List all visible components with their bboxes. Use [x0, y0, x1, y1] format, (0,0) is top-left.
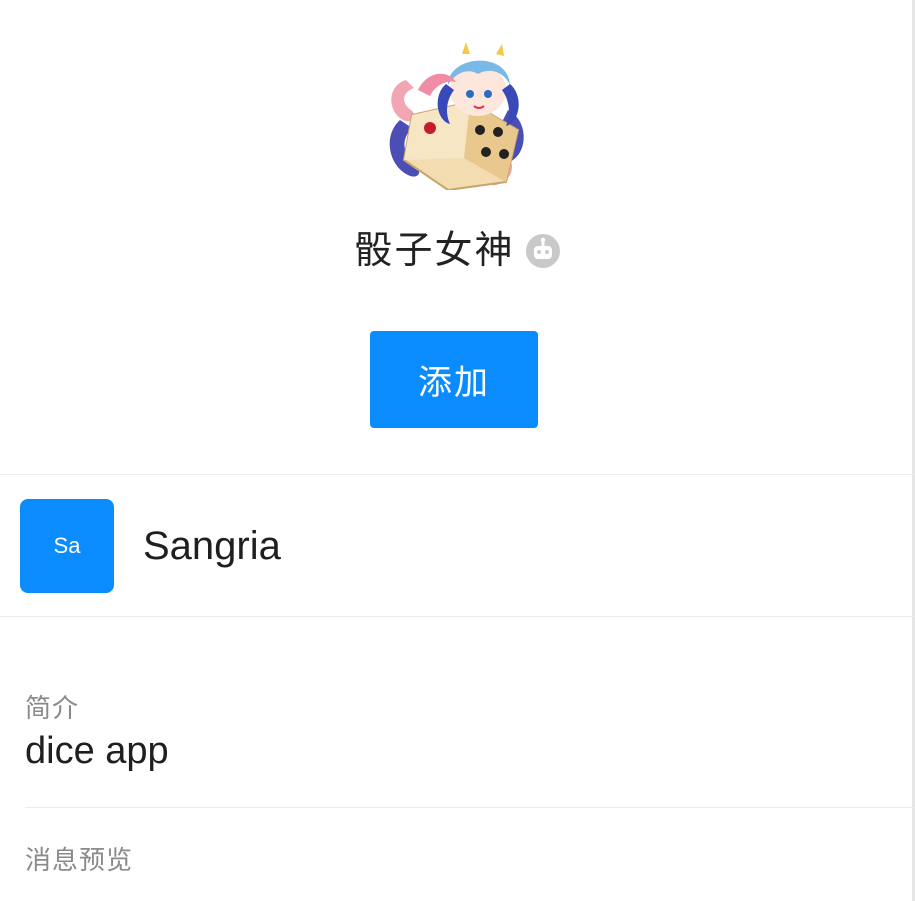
bot-name: 骰子女神: [354, 228, 515, 272]
bot-avatar[interactable]: [378, 40, 532, 190]
intro-value: dice app: [25, 730, 169, 772]
dice-goddess-avatar-icon: [389, 42, 524, 190]
owner-name: Sangria: [143, 523, 281, 568]
bot-name-row: 骰子女神: [0, 222, 915, 278]
add-button[interactable]: 添加: [370, 331, 538, 428]
owner-avatar: Sa: [20, 499, 114, 593]
owner-row[interactable]: Sa Sangria: [0, 476, 915, 616]
divider: [25, 807, 915, 808]
divider: [0, 616, 915, 617]
message-preview-label: 消息预览: [25, 846, 134, 876]
robot-icon: [525, 233, 561, 269]
bot-profile-page: 骰子女神 添加 Sa Sangria 简介 dice app 消息预览: [0, 0, 915, 901]
divider: [0, 474, 915, 475]
intro-label: 简介: [25, 694, 80, 724]
